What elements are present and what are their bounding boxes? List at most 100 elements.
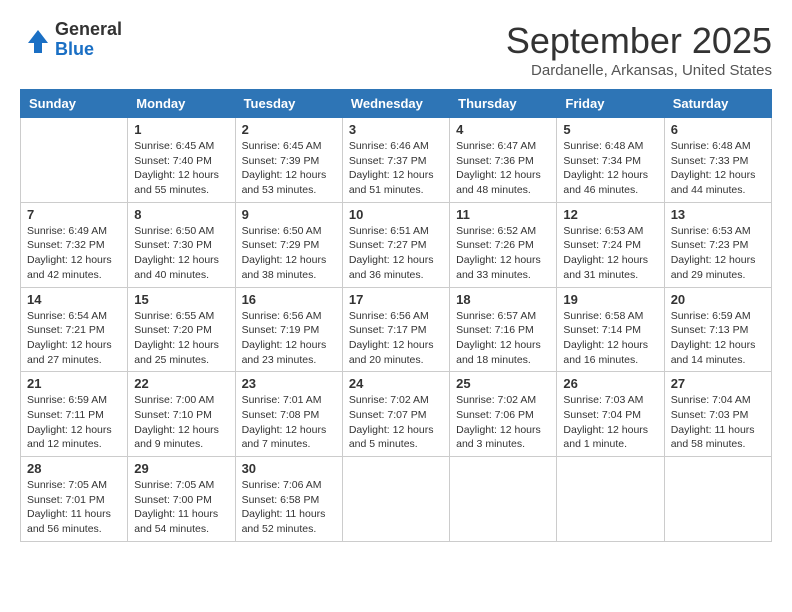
calendar-cell: 27Sunrise: 7:04 AMSunset: 7:03 PMDayligh… xyxy=(664,372,771,457)
calendar-cell: 12 Sunrise: 6:53 AMSunset: 7:24 PMDayligh… xyxy=(557,202,664,287)
calendar-cell: 7 Sunrise: 6:49 AMSunset: 7:32 PMDaylight… xyxy=(21,202,128,287)
calendar-cell xyxy=(450,457,557,542)
day-number: 17 xyxy=(349,292,443,307)
day-number: 22 xyxy=(134,376,228,391)
day-number: 12 xyxy=(563,207,657,222)
day-info: Sunrise: 6:58 AMSunset: 7:14 PMDaylight:… xyxy=(563,309,657,368)
day-number: 1 xyxy=(134,122,228,137)
day-number: 27 xyxy=(671,376,765,391)
day-number: 29 xyxy=(134,461,228,476)
day-info: Sunrise: 7:03 AMSunset: 7:04 PMDaylight:… xyxy=(563,393,657,452)
day-info: Sunrise: 7:06 AMSunset: 6:58 PMDaylight:… xyxy=(242,478,336,537)
day-number: 26 xyxy=(563,376,657,391)
calendar-cell: 20Sunrise: 6:59 AMSunset: 7:13 PMDayligh… xyxy=(664,287,771,372)
day-info: Sunrise: 6:48 AMSunset: 7:34 PMDaylight:… xyxy=(563,139,657,198)
calendar-cell: 16 Sunrise: 6:56 AMSunset: 7:19 PMDayligh… xyxy=(235,287,342,372)
day-number: 21 xyxy=(27,376,121,391)
calendar-cell: 24 Sunrise: 7:02 AMSunset: 7:07 PMDayligh… xyxy=(342,372,449,457)
day-number: 25 xyxy=(456,376,550,391)
title-section: September 2025 Dardanelle, Arkansas, Uni… xyxy=(506,20,772,79)
day-info: Sunrise: 7:01 AMSunset: 7:08 PMDaylight:… xyxy=(242,393,336,452)
logo-general: General xyxy=(55,20,122,40)
day-info: Sunrise: 7:02 AMSunset: 7:07 PMDaylight:… xyxy=(349,393,443,452)
calendar-cell: 10 Sunrise: 6:51 AMSunset: 7:27 PMDayligh… xyxy=(342,202,449,287)
day-number: 28 xyxy=(27,461,121,476)
calendar-cell: 8Sunrise: 6:50 AMSunset: 7:30 PMDaylight… xyxy=(128,202,235,287)
day-info: Sunrise: 6:53 AMSunset: 7:23 PMDaylight:… xyxy=(671,224,765,283)
weekday-header: Saturday xyxy=(664,90,771,118)
calendar-cell: 15 Sunrise: 6:55 AMSunset: 7:20 PMDayligh… xyxy=(128,287,235,372)
day-number: 24 xyxy=(349,376,443,391)
day-info: Sunrise: 6:52 AMSunset: 7:26 PMDaylight:… xyxy=(456,224,550,283)
calendar-week-row: 14 Sunrise: 6:54 AMSunset: 7:21 PMDayligh… xyxy=(21,287,772,372)
weekday-header: Monday xyxy=(128,90,235,118)
day-info: Sunrise: 6:48 AMSunset: 7:33 PMDaylight:… xyxy=(671,139,765,198)
day-number: 6 xyxy=(671,122,765,137)
calendar-cell: 1Sunrise: 6:45 AMSunset: 7:40 PMDaylight… xyxy=(128,118,235,203)
day-info: Sunrise: 7:05 AMSunset: 7:00 PMDaylight:… xyxy=(134,478,228,537)
calendar-cell: 14 Sunrise: 6:54 AMSunset: 7:21 PMDayligh… xyxy=(21,287,128,372)
calendar-cell: 28 Sunrise: 7:05 AMSunset: 7:01 PMDayligh… xyxy=(21,457,128,542)
location-subtitle: Dardanelle, Arkansas, United States xyxy=(506,62,772,79)
calendar-cell: 17 Sunrise: 6:56 AMSunset: 7:17 PMDayligh… xyxy=(342,287,449,372)
calendar-cell: 11 Sunrise: 6:52 AMSunset: 7:26 PMDayligh… xyxy=(450,202,557,287)
calendar-cell: 13Sunrise: 6:53 AMSunset: 7:23 PMDayligh… xyxy=(664,202,771,287)
day-number: 2 xyxy=(242,122,336,137)
calendar-week-row: 1Sunrise: 6:45 AMSunset: 7:40 PMDaylight… xyxy=(21,118,772,203)
logo-text: General Blue xyxy=(55,20,122,60)
calendar-week-row: 21 Sunrise: 6:59 AMSunset: 7:11 PMDayligh… xyxy=(21,372,772,457)
weekday-header: Sunday xyxy=(21,90,128,118)
day-number: 30 xyxy=(242,461,336,476)
day-info: Sunrise: 6:51 AMSunset: 7:27 PMDaylight:… xyxy=(349,224,443,283)
day-info: Sunrise: 6:47 AMSunset: 7:36 PMDaylight:… xyxy=(456,139,550,198)
calendar-cell: 5 Sunrise: 6:48 AMSunset: 7:34 PMDaylight… xyxy=(557,118,664,203)
calendar-table: SundayMondayTuesdayWednesdayThursdayFrid… xyxy=(20,89,772,542)
day-info: Sunrise: 7:05 AMSunset: 7:01 PMDaylight:… xyxy=(27,478,121,537)
calendar-cell xyxy=(664,457,771,542)
logo: General Blue xyxy=(20,20,122,60)
calendar-cell: 26 Sunrise: 7:03 AMSunset: 7:04 PMDayligh… xyxy=(557,372,664,457)
day-number: 23 xyxy=(242,376,336,391)
day-number: 3 xyxy=(349,122,443,137)
weekday-header: Friday xyxy=(557,90,664,118)
day-info: Sunrise: 6:54 AMSunset: 7:21 PMDaylight:… xyxy=(27,309,121,368)
calendar-header-row: SundayMondayTuesdayWednesdayThursdayFrid… xyxy=(21,90,772,118)
day-info: Sunrise: 6:49 AMSunset: 7:32 PMDaylight:… xyxy=(27,224,121,283)
day-info: Sunrise: 6:45 AMSunset: 7:39 PMDaylight:… xyxy=(242,139,336,198)
day-info: Sunrise: 6:55 AMSunset: 7:20 PMDaylight:… xyxy=(134,309,228,368)
day-info: Sunrise: 7:00 AMSunset: 7:10 PMDaylight:… xyxy=(134,393,228,452)
page-header: General Blue September 2025 Dardanelle, … xyxy=(20,20,772,79)
day-info: Sunrise: 6:56 AMSunset: 7:19 PMDaylight:… xyxy=(242,309,336,368)
calendar-cell: 30 Sunrise: 7:06 AMSunset: 6:58 PMDayligh… xyxy=(235,457,342,542)
day-info: Sunrise: 7:02 AMSunset: 7:06 PMDaylight:… xyxy=(456,393,550,452)
calendar-cell: 22 Sunrise: 7:00 AMSunset: 7:10 PMDayligh… xyxy=(128,372,235,457)
month-title: September 2025 xyxy=(506,20,772,62)
day-number: 11 xyxy=(456,207,550,222)
day-info: Sunrise: 6:53 AMSunset: 7:24 PMDaylight:… xyxy=(563,224,657,283)
day-number: 18 xyxy=(456,292,550,307)
calendar-week-row: 28 Sunrise: 7:05 AMSunset: 7:01 PMDayligh… xyxy=(21,457,772,542)
calendar-cell: 25 Sunrise: 7:02 AMSunset: 7:06 PMDayligh… xyxy=(450,372,557,457)
logo-icon xyxy=(20,25,50,55)
weekday-header: Wednesday xyxy=(342,90,449,118)
day-info: Sunrise: 6:56 AMSunset: 7:17 PMDaylight:… xyxy=(349,309,443,368)
weekday-header: Thursday xyxy=(450,90,557,118)
day-number: 5 xyxy=(563,122,657,137)
calendar-cell xyxy=(557,457,664,542)
day-number: 4 xyxy=(456,122,550,137)
calendar-cell: 4 Sunrise: 6:47 AMSunset: 7:36 PMDaylight… xyxy=(450,118,557,203)
calendar-cell: 21 Sunrise: 6:59 AMSunset: 7:11 PMDayligh… xyxy=(21,372,128,457)
day-info: Sunrise: 6:59 AMSunset: 7:11 PMDaylight:… xyxy=(27,393,121,452)
logo-blue: Blue xyxy=(55,40,122,60)
day-number: 10 xyxy=(349,207,443,222)
day-number: 20 xyxy=(671,292,765,307)
day-info: Sunrise: 6:50 AMSunset: 7:30 PMDaylight:… xyxy=(134,224,228,283)
day-number: 14 xyxy=(27,292,121,307)
day-number: 15 xyxy=(134,292,228,307)
calendar-cell: 3 Sunrise: 6:46 AMSunset: 7:37 PMDaylight… xyxy=(342,118,449,203)
day-info: Sunrise: 6:46 AMSunset: 7:37 PMDaylight:… xyxy=(349,139,443,198)
day-number: 16 xyxy=(242,292,336,307)
calendar-cell xyxy=(342,457,449,542)
calendar-cell: 23 Sunrise: 7:01 AMSunset: 7:08 PMDayligh… xyxy=(235,372,342,457)
day-number: 7 xyxy=(27,207,121,222)
